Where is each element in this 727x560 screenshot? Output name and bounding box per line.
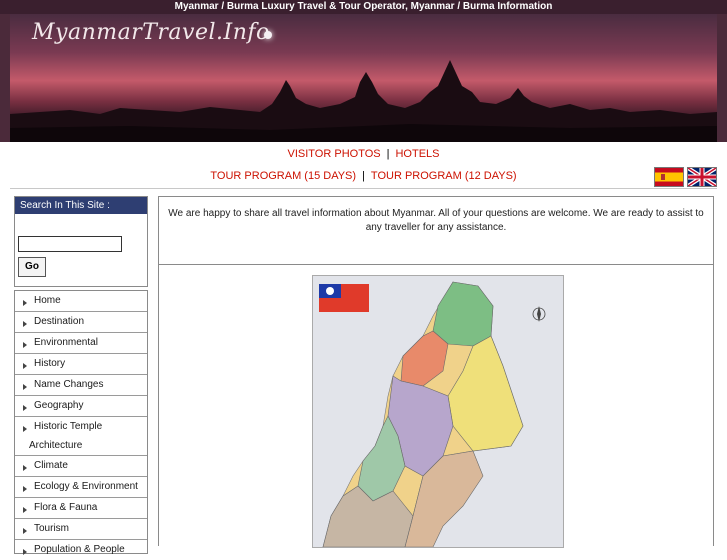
myanmar-map	[312, 275, 564, 548]
sidebar-item-label: Name Changes	[34, 379, 104, 390]
sidebar-item-name-changes[interactable]: Name Changes	[15, 374, 147, 395]
nav-separator: |	[362, 170, 365, 182]
banner-border-right	[717, 14, 727, 142]
sidebar-item-population-people[interactable]: Population & People	[15, 539, 147, 560]
sidebar-item-label: Destination	[34, 316, 85, 327]
sidebar-item-historic-temple-architecture[interactable]: Historic Temple Architecture	[15, 416, 147, 455]
sidebar-item-label: Flora & Fauna	[34, 502, 98, 513]
sidebar-item-label: Home	[34, 295, 61, 306]
bullet-icon	[23, 342, 27, 348]
sidebar-item-label: Climate	[34, 460, 68, 471]
bullet-icon	[23, 507, 27, 513]
sidebar-item-label: Geography	[34, 400, 84, 411]
sidebar-item-tourism[interactable]: Tourism	[15, 518, 147, 539]
sidebar-item-label: Ecology & Environment	[34, 481, 138, 492]
sidebar-item-environmental[interactable]: Environmental	[15, 332, 147, 353]
sidebar-item-flora-fauna[interactable]: Flora & Fauna	[15, 497, 147, 518]
bullet-icon	[23, 528, 27, 534]
top-tagline: Myanmar / Burma Luxury Travel & Tour Ope…	[0, 0, 727, 14]
nav-visitor-photos[interactable]: VISITOR PHOTOS	[288, 148, 381, 160]
nav-row-2: TOUR PROGRAM (15 DAYS) | TOUR PROGRAM (12 …	[10, 170, 717, 182]
bullet-icon	[23, 486, 27, 492]
main-content: We are happy to share all travel informa…	[158, 196, 714, 548]
bullet-icon	[23, 321, 27, 327]
sidebar-item-ecology-environment[interactable]: Ecology & Environment	[15, 476, 147, 497]
banner-border-left	[0, 14, 10, 142]
sidebar-item-label-continued: Architecture	[29, 440, 83, 451]
sidebar-item-destination[interactable]: Destination	[15, 311, 147, 332]
top-navigation: VISITOR PHOTOS | HOTELS TOUR PROGRAM (15 D…	[10, 142, 717, 189]
intro-text: We are happy to share all travel informa…	[159, 197, 713, 265]
sidebar-item-label: Tourism	[34, 523, 70, 534]
sidebar-item-label: Population & People	[34, 544, 125, 555]
site-title[interactable]: MyanmarTravel.Info	[32, 20, 270, 45]
bullet-icon	[23, 426, 27, 432]
bullet-icon	[23, 300, 27, 306]
sidebar-item-geography[interactable]: Geography	[15, 395, 147, 416]
nav-tour-15-days[interactable]: TOUR PROGRAM (15 DAYS)	[210, 170, 356, 182]
sidebar-item-label: Environmental	[34, 337, 98, 348]
sidebar-item-climate[interactable]: Climate	[15, 455, 147, 476]
spanish-flag-icon[interactable]	[654, 167, 684, 187]
bullet-icon	[23, 465, 27, 471]
moon-icon	[264, 31, 272, 39]
nav-row-1: VISITOR PHOTOS | HOTELS	[10, 148, 717, 160]
sidebar-item-history[interactable]: History	[15, 353, 147, 374]
search-box: Search In This Site : Go	[14, 196, 148, 287]
header-banner: MyanmarTravel.Info	[10, 14, 717, 142]
sidebar-item-home[interactable]: Home	[15, 291, 147, 311]
sidebar-item-label: History	[34, 358, 66, 369]
temple-silhouette	[10, 60, 717, 142]
sidebar-item-label: Historic Temple	[34, 421, 103, 432]
bullet-icon	[23, 363, 27, 369]
nav-separator: |	[386, 148, 390, 160]
uk-flag-icon[interactable]	[687, 167, 717, 187]
bullet-icon	[23, 384, 27, 390]
sidebar-menu: Home Destination Environmental History N…	[14, 290, 148, 555]
search-heading: Search In This Site :	[15, 197, 147, 214]
search-input[interactable]	[18, 236, 122, 252]
nav-hotels[interactable]: HOTELS	[395, 148, 439, 160]
go-button[interactable]: Go	[18, 257, 46, 277]
nav-tour-12-days[interactable]: TOUR PROGRAM (12 DAYS)	[371, 170, 517, 182]
bullet-icon	[23, 405, 27, 411]
bullet-icon	[23, 549, 27, 555]
